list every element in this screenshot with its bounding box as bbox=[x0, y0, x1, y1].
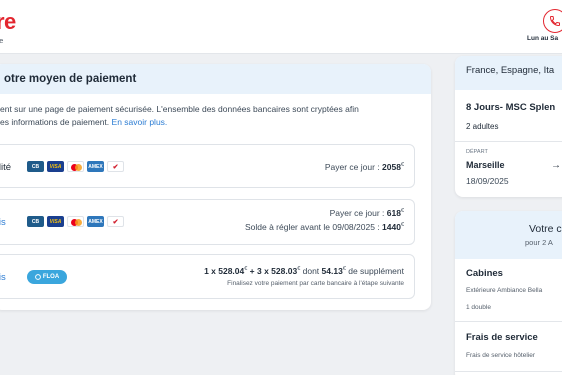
service-fees-title: Frais de service bbox=[466, 332, 538, 343]
secure-text-line2: es informations de paiement. bbox=[0, 116, 110, 127]
option-installments-label: fois bbox=[0, 272, 6, 283]
option-full-label: talité bbox=[0, 162, 12, 173]
pay-today-label: Payer ce jour : bbox=[329, 208, 387, 218]
payment-title: otre moyen de paiement bbox=[4, 73, 137, 85]
trip-summary-card: France, Espagne, Ita 8 Jours- MSC Splen … bbox=[455, 56, 562, 197]
departure-date: 18/09/2025 bbox=[466, 176, 509, 186]
balance-due-amount: Solde à régler avant le 09/08/2025 : 144… bbox=[245, 222, 404, 232]
installment-fee: 54.13 bbox=[321, 266, 343, 276]
brand-logo[interactable]: re bbox=[0, 9, 16, 35]
cb-card-icon: CB bbox=[27, 161, 44, 172]
service-fees-description: Frais de service hôtelier bbox=[466, 352, 535, 359]
card-brands: CB VISA AMEX ✔ bbox=[27, 216, 124, 227]
installment-fee-label: de supplément bbox=[345, 266, 404, 276]
opening-hours: Lun au Sa bbox=[527, 35, 559, 42]
departure-label: DÉPART bbox=[466, 149, 488, 155]
phone-button[interactable] bbox=[543, 9, 562, 33]
learn-more-link[interactable]: En savoir plus. bbox=[112, 117, 168, 127]
trip-destinations: France, Espagne, Ita bbox=[455, 56, 562, 90]
cabins-occupancy: 1 double bbox=[466, 304, 491, 311]
summary-header: Votre c pour 2 A bbox=[455, 211, 562, 259]
divider bbox=[455, 141, 562, 142]
cb-card-icon: CB bbox=[27, 216, 44, 227]
top-header: re re Lun au Sa bbox=[0, 0, 562, 54]
currency-symbol: € bbox=[400, 222, 404, 229]
payment-title-bar: otre moyen de paiement bbox=[0, 64, 431, 94]
floa-badge: FLOA bbox=[27, 270, 67, 284]
divider bbox=[455, 371, 562, 372]
payment-option-installments[interactable]: fois FLOA 1 x 528.04€ + 3 x 528.03€ dont… bbox=[0, 254, 415, 299]
brand-tagline: re bbox=[0, 38, 4, 45]
option-full-amount: Payer ce jour : 2058€ bbox=[325, 162, 404, 172]
phone-icon bbox=[549, 16, 560, 27]
pay-today-amount: 2058 bbox=[382, 162, 401, 172]
summary-subtitle: pour 2 A bbox=[525, 238, 553, 247]
deposit-amount: 618 bbox=[386, 208, 401, 218]
secure-payment-notice: ent sur une page de paiement sécurisée. … bbox=[0, 103, 420, 128]
cruise-title: 8 Jours- MSC Splen bbox=[466, 102, 556, 113]
divider bbox=[455, 321, 562, 322]
installment-including: dont bbox=[300, 266, 322, 276]
passenger-count: 2 adultes bbox=[466, 122, 499, 131]
option-deposit-label: fois bbox=[0, 217, 6, 228]
oney-card-icon: ✔ bbox=[107, 161, 124, 172]
currency-symbol: € bbox=[400, 162, 404, 169]
payment-option-deposit[interactable]: fois CB VISA AMEX ✔ Payer ce jour : 618€… bbox=[0, 199, 415, 245]
secure-text-line1: ent sur une page de paiement sécurisée. … bbox=[0, 104, 359, 114]
balance-label: Solde à régler avant le 09/08/2025 : bbox=[244, 222, 383, 232]
floa-label: FLOA bbox=[42, 274, 60, 280]
payment-method-card: otre moyen de paiement ent sur une page … bbox=[0, 64, 431, 310]
departure-city: Marseille bbox=[466, 160, 505, 170]
oney-card-icon: ✔ bbox=[107, 216, 124, 227]
summary-title: Votre c bbox=[529, 223, 562, 235]
installment-rest: + 3 x 528.03 bbox=[247, 266, 298, 276]
installments-breakdown: 1 x 528.04€ + 3 x 528.03€ dont 54.13€ de… bbox=[204, 266, 404, 276]
card-brands: CB VISA AMEX ✔ bbox=[27, 161, 124, 172]
cabins-description: Extérieure Ambiance Bella bbox=[466, 287, 543, 294]
pay-today-label: Payer ce jour : bbox=[324, 162, 383, 172]
visa-card-icon: VISA bbox=[47, 216, 64, 227]
arrow-right-icon: → bbox=[551, 160, 561, 171]
mastercard-icon bbox=[67, 161, 84, 172]
mastercard-icon bbox=[67, 216, 84, 227]
installment-first: 1 x 528.04 bbox=[204, 266, 245, 276]
currency-symbol: € bbox=[400, 208, 404, 215]
deposit-today-amount: Payer ce jour : 618€ bbox=[330, 208, 404, 218]
amex-card-icon: AMEX bbox=[87, 216, 104, 227]
payment-option-full[interactable]: talité CB VISA AMEX ✔ Payer ce jour : 20… bbox=[0, 144, 415, 188]
visa-card-icon: VISA bbox=[47, 161, 64, 172]
installments-note: Finalisez votre paiement par carte banca… bbox=[227, 280, 404, 287]
price-summary-card: Votre c pour 2 A Cabines Extérieure Ambi… bbox=[455, 211, 562, 375]
cabins-title: Cabines bbox=[466, 268, 503, 279]
amex-card-icon: AMEX bbox=[87, 161, 104, 172]
floa-icon bbox=[34, 274, 41, 280]
balance-amount: 1440 bbox=[382, 222, 401, 232]
